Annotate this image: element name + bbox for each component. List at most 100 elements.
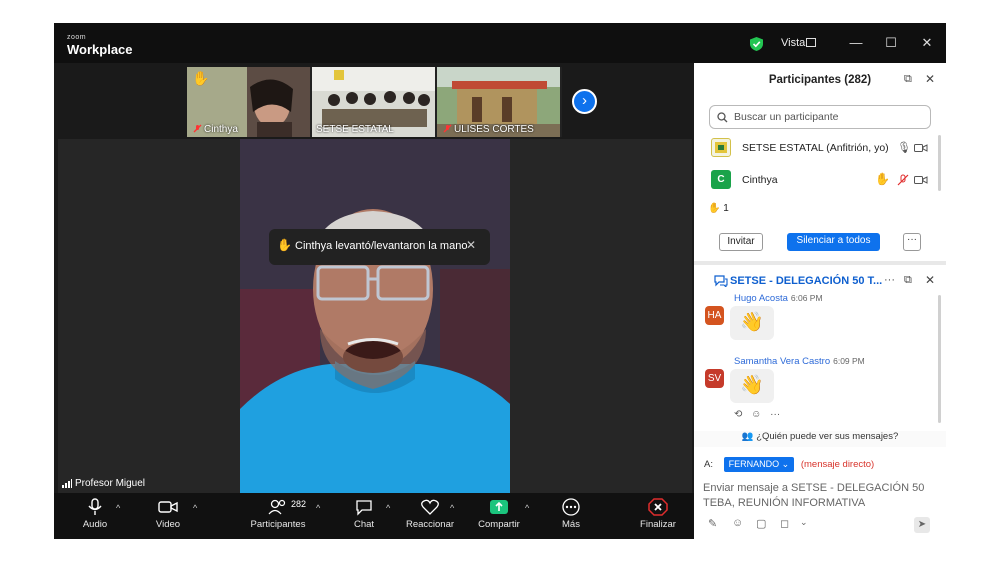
chat-scrollbar[interactable] — [938, 295, 941, 423]
format-text-icon[interactable]: ✎ — [708, 517, 717, 530]
raised-hand-notification[interactable]: ✋ Cinthya levantó/levantaron la mano ✕ — [269, 229, 490, 265]
message-emoji[interactable]: 👋 — [730, 306, 774, 340]
meeting-toolbar: Audio ^ Video ^ Participantes 282 ^ Chat… — [54, 493, 694, 539]
participants-options-caret[interactable]: ^ — [316, 503, 320, 513]
end-meeting-button[interactable]: Finalizar — [638, 498, 678, 530]
message-emoji[interactable]: 👋 — [730, 369, 774, 403]
thumbnail-cinthya[interactable]: ✋ Cinthya — [187, 67, 310, 137]
reply-icon[interactable]: ⟲ — [734, 409, 742, 420]
participant-search-input[interactable]: Buscar un participante — [709, 105, 931, 129]
close-icon[interactable]: ✕ — [466, 238, 476, 252]
notification-text: Cinthya levantó/levantaron la mano — [295, 240, 468, 252]
thumb-label: ULISES CORTES — [454, 124, 534, 135]
audio-label: Audio — [82, 519, 108, 530]
participants-label: Participantes — [250, 519, 306, 530]
zoom-window: zoom Workplace Vista — ☐ ✕ ✋ Cinthya SET… — [54, 23, 946, 539]
chat-message-input[interactable]: Enviar mensaje a SETSE - DELEGACIÓN 50 T… — [703, 481, 939, 511]
react-button[interactable]: Reaccionar — [405, 498, 455, 530]
main-video: ✋ Cinthya levantó/levantaron la mano ✕ P… — [58, 139, 692, 493]
more-dots-icon[interactable]: ··· — [884, 274, 895, 286]
more-dots-icon — [562, 498, 580, 516]
chat-label: Chat — [353, 519, 375, 530]
close-panel-icon[interactable]: ✕ — [925, 72, 935, 86]
participant-name: Cinthya — [742, 174, 778, 186]
speaker-name: Profesor Miguel — [75, 478, 146, 489]
message-time: 6:06 PM — [790, 293, 823, 303]
microphone-icon — [88, 498, 102, 515]
pop-out-icon[interactable]: ⧉ — [904, 274, 912, 287]
recipient-dropdown[interactable]: FERNANDO ⌄ — [723, 457, 795, 472]
share-options-caret[interactable]: ^ — [525, 503, 529, 513]
video-options-caret[interactable]: ^ — [193, 503, 197, 513]
avatar: HA — [705, 306, 724, 325]
muted-mic-icon — [193, 124, 202, 133]
chevron-down-icon[interactable]: ⌄ — [800, 517, 808, 528]
compose-toolbar: ✎ ☺ ▢ ◻ ⌄ ➤ — [704, 517, 940, 535]
speaker-name-tag: Profesor Miguel — [62, 478, 145, 489]
more-dots-icon[interactable]: ··· — [770, 409, 780, 420]
video-camera-icon[interactable] — [914, 143, 928, 153]
view-button[interactable]: Vista — [781, 37, 805, 49]
thumbnail-setse-estatal[interactable]: SETSE ESTATAL — [312, 67, 435, 137]
emoji-reaction-icon[interactable]: ☺ — [751, 409, 761, 420]
speaker-image — [240, 139, 510, 493]
next-page-button[interactable]: › — [572, 89, 597, 114]
participant-row[interactable]: C Cinthya ✋ — [709, 169, 931, 191]
maximize-button[interactable]: ☐ — [883, 35, 899, 51]
thumbnail-ulises-cortes[interactable]: ULISES CORTES — [437, 67, 560, 137]
side-panel: Participantes (282) ⧉ ✕ Buscar un partic… — [694, 63, 946, 539]
send-icon[interactable]: ➤ — [914, 517, 930, 533]
minimize-button[interactable]: — — [848, 35, 864, 51]
setse-logo-icon — [715, 142, 727, 153]
react-label: Reaccionar — [405, 519, 455, 530]
grid-view-icon[interactable] — [806, 38, 816, 47]
share-button[interactable]: Compartir — [475, 498, 523, 530]
mute-all-button[interactable]: Silenciar a todos — [787, 233, 880, 251]
message-sender: Hugo Acosta 6:06 PM — [734, 293, 823, 304]
who-can-see-messages[interactable]: 👥 ¿Quién puede ver sus mensajes? — [694, 431, 946, 447]
close-window-button[interactable]: ✕ — [919, 35, 935, 51]
share-screen-icon — [490, 500, 508, 514]
participants-icon — [268, 499, 286, 515]
pop-out-icon[interactable]: ⧉ — [904, 73, 912, 86]
video-off-icon[interactable] — [914, 175, 928, 185]
avatar: SV — [705, 369, 724, 388]
recipient-name: FERNANDO — [728, 459, 780, 469]
panel-divider — [694, 261, 946, 265]
more-button[interactable]: Más — [557, 498, 585, 530]
shield-icon[interactable] — [750, 37, 763, 51]
who-can-see-text: ¿Quién puede ver sus mensajes? — [756, 431, 899, 442]
chat-options-caret[interactable]: ^ — [386, 503, 390, 513]
brand-name: Workplace — [67, 42, 133, 57]
more-label: Más — [562, 519, 580, 530]
chat-title[interactable]: SETSE - DELEGACIÓN 50 T... — [730, 275, 882, 287]
people-icon: 👥 — [741, 431, 754, 442]
raised-hand-icon: ✋ — [875, 172, 890, 186]
file-icon[interactable]: ▢ — [756, 517, 766, 530]
invite-button[interactable]: Invitar — [719, 233, 763, 251]
muted-mic-icon — [443, 124, 452, 133]
speaker-video — [240, 139, 510, 493]
raised-hands-summary: ✋ 1 — [708, 203, 729, 214]
thumb-label: SETSE ESTATAL — [316, 124, 394, 135]
thumb-label: Cinthya — [204, 124, 238, 135]
participants-scrollbar[interactable] — [938, 135, 941, 191]
participant-row[interactable]: SETSE ESTATAL (Anfitrión, yo) 🎙 — [709, 137, 931, 159]
chat-button[interactable]: Chat — [350, 498, 378, 530]
muted-mic-icon[interactable] — [897, 174, 909, 186]
close-chat-icon[interactable]: ✕ — [925, 273, 935, 287]
raised-hand-icon: ✋ — [708, 203, 721, 214]
brand-small: zoom — [67, 34, 87, 41]
video-button[interactable]: Video — [153, 498, 183, 530]
participants-count: 282 — [291, 499, 307, 509]
audio-options-caret[interactable]: ^ — [116, 503, 120, 513]
audio-button[interactable]: Audio — [80, 498, 110, 530]
heart-icon — [421, 499, 439, 515]
screenshot-icon[interactable]: ◻ — [780, 517, 789, 530]
emoji-icon[interactable]: ☺ — [732, 517, 743, 529]
direct-message-label: (mensaje directo) — [800, 459, 875, 470]
react-options-caret[interactable]: ^ — [450, 503, 454, 513]
title-bar: zoom Workplace Vista — ☐ ✕ — [54, 23, 946, 63]
more-options-button[interactable]: ··· — [903, 233, 921, 251]
microphone-icon[interactable]: 🎙 — [897, 141, 911, 154]
